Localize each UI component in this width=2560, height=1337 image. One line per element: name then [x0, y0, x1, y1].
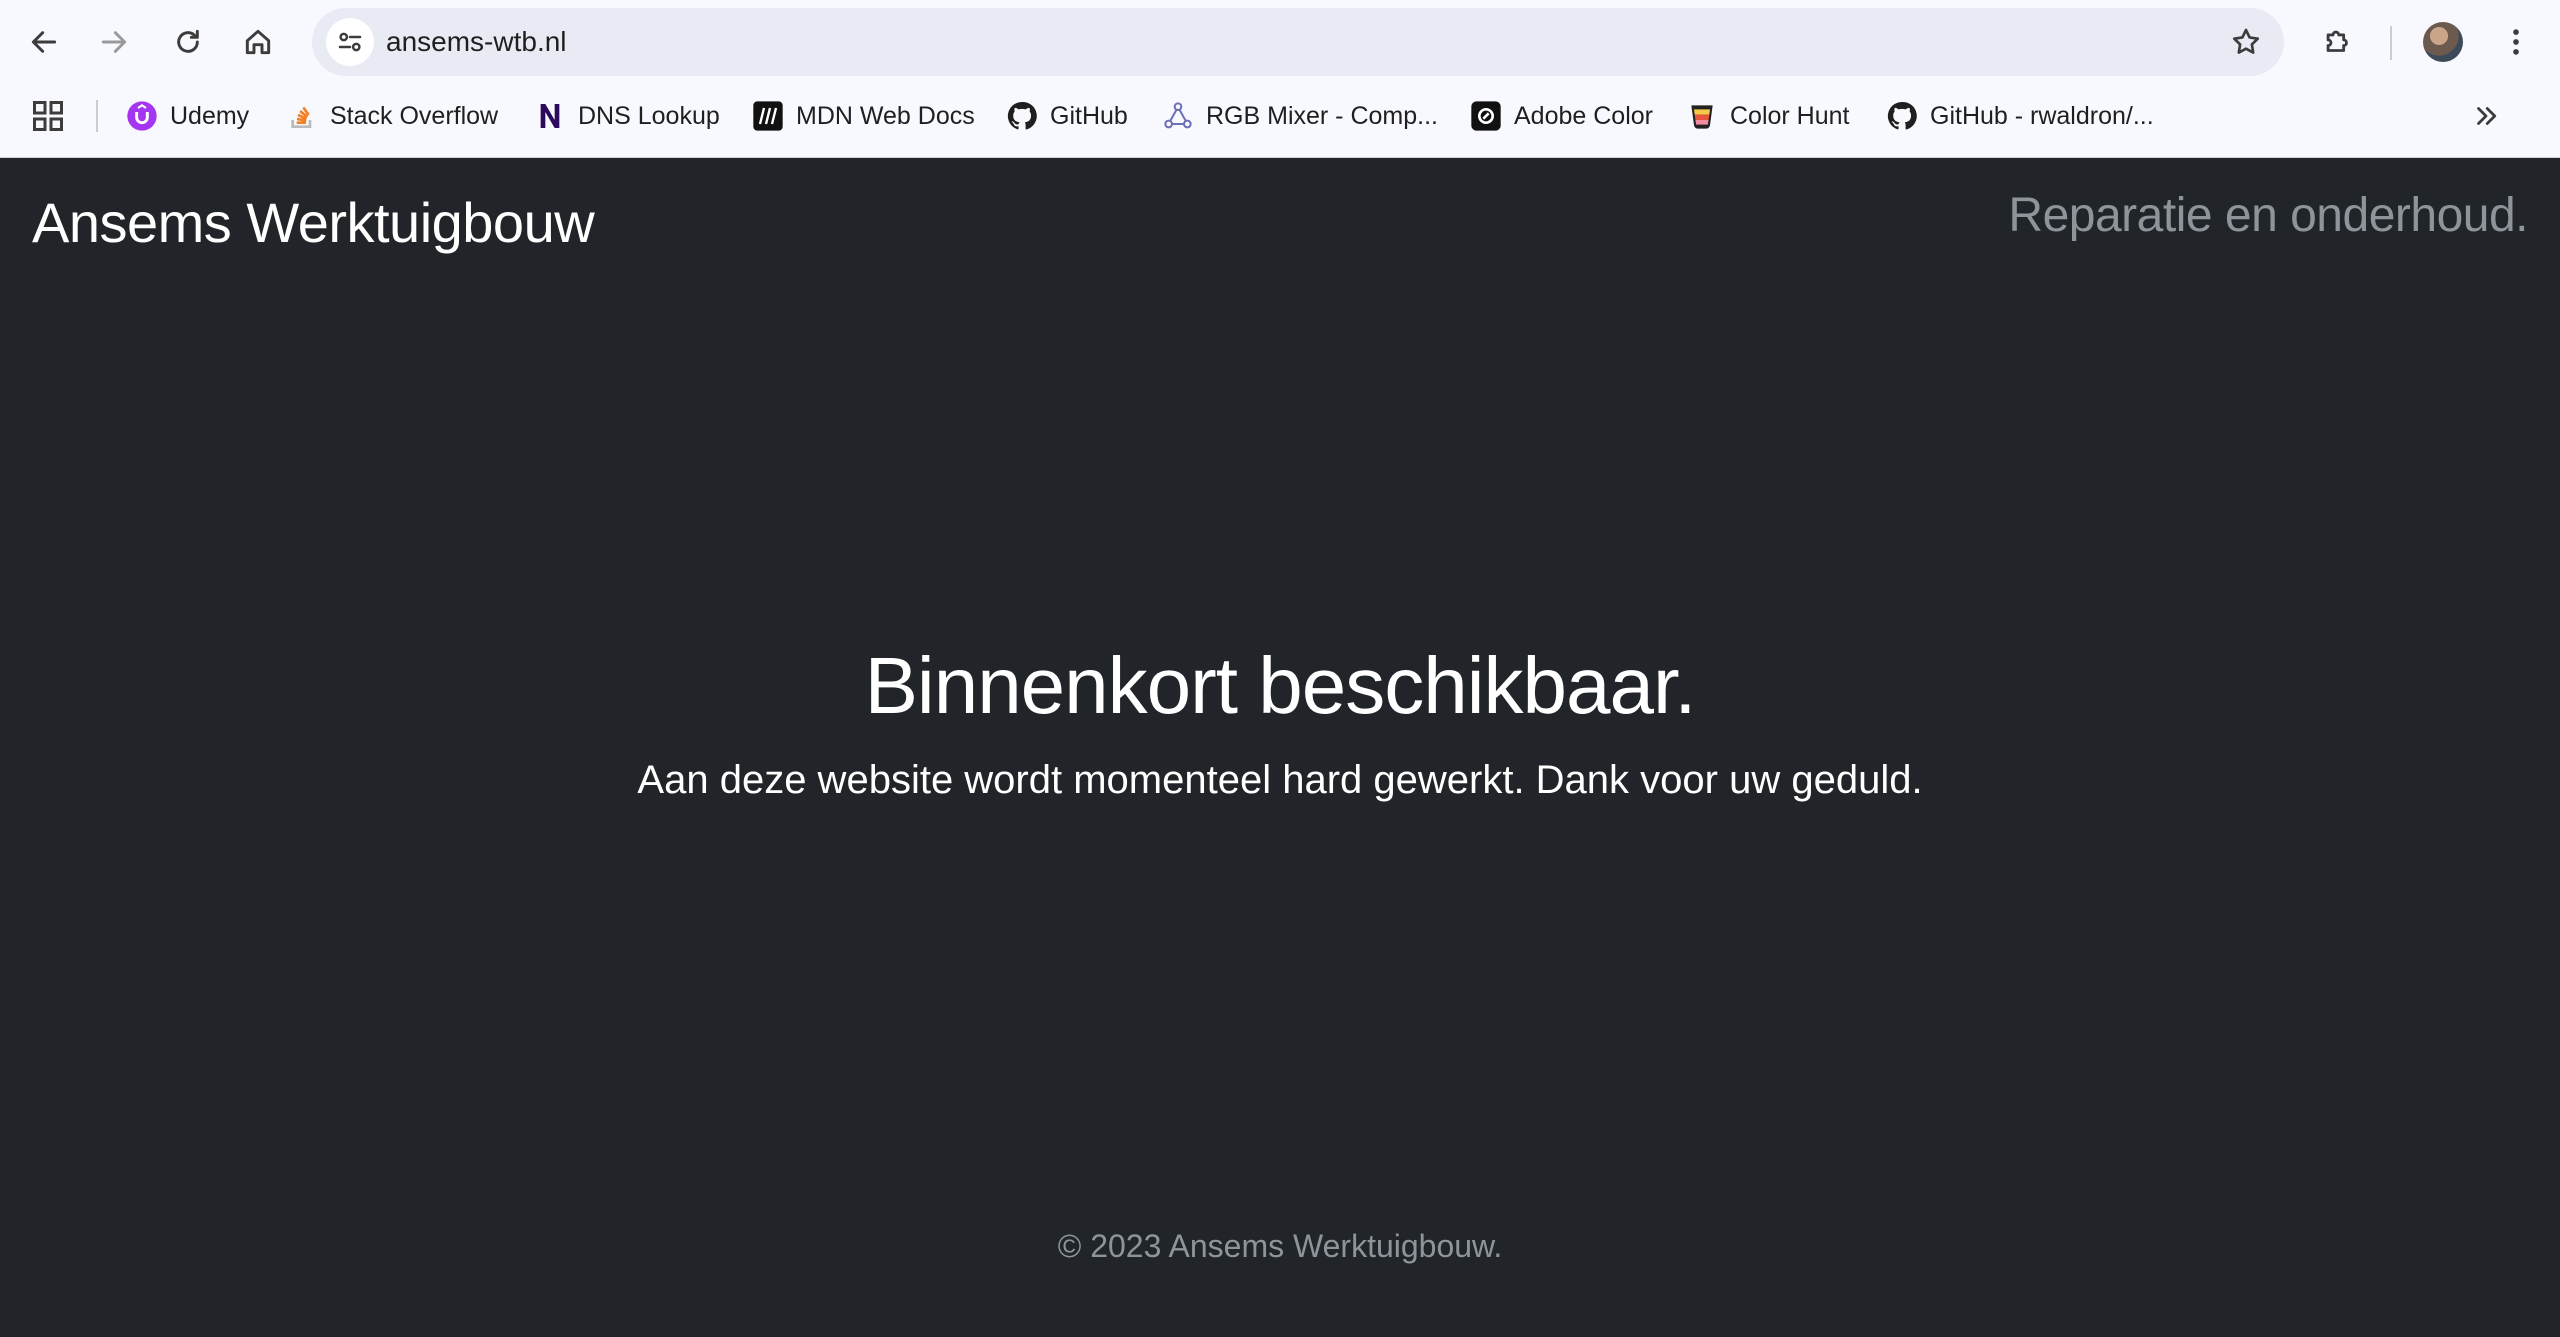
browser-menu-button[interactable] — [2488, 14, 2544, 70]
site-tagline: Reparatie en onderhoud. — [2008, 189, 2528, 242]
site-brand[interactable]: Ansems Werktuigbouw — [32, 190, 595, 255]
arrow-left-icon — [31, 31, 57, 53]
extensions-button[interactable] — [2310, 14, 2366, 70]
bookmark-label: Color Hunt — [1730, 101, 1850, 130]
hero-subtitle: Aan deze website wordt momenteel hard ge… — [637, 758, 1923, 802]
star-icon — [2232, 28, 2260, 54]
tune-icon — [338, 32, 362, 52]
reload-icon — [177, 29, 199, 53]
bookmark-stack-overflow[interactable]: Stack Overflow — [286, 92, 498, 140]
rgb-mixer-icon — [1162, 100, 1194, 132]
home-icon — [245, 29, 271, 55]
back-button[interactable] — [16, 14, 72, 70]
bookmark-label: GitHub — [1050, 101, 1128, 130]
color-hunt-icon — [1686, 100, 1718, 132]
bookmark-github-rwaldron[interactable]: GitHub - rwaldron/... — [1886, 92, 2154, 140]
toolbar-divider — [2390, 26, 2392, 60]
forward-button[interactable] — [86, 14, 142, 70]
footer-copyright: © 2023 Ansems Werktuigbouw. — [1057, 1228, 1503, 1264]
bookmark-star-button[interactable] — [2222, 18, 2270, 66]
bookmark-github[interactable]: GitHub — [1006, 92, 1128, 140]
bookmark-adobe-color[interactable]: Adobe Color — [1470, 92, 1653, 140]
page-content: Ansems Werktuigbouw Reparatie en onderho… — [0, 158, 2560, 1337]
bookmark-label: Stack Overflow — [330, 101, 499, 130]
double-chevron-right-icon — [2477, 107, 2497, 125]
bookmark-label: Udemy — [170, 101, 250, 130]
adobe-color-icon — [1470, 100, 1502, 132]
github-icon — [1886, 100, 1918, 132]
bookmarks-separator — [96, 100, 98, 132]
more-vert-icon — [2513, 29, 2519, 55]
home-button[interactable] — [230, 14, 286, 70]
dns-lookup-icon — [534, 100, 566, 132]
bookmark-label: GitHub - rwaldron/... — [1930, 101, 2154, 130]
more-bookmarks-button[interactable] — [2468, 98, 2504, 134]
arrow-right-icon — [101, 31, 127, 53]
bookmark-dns-lookup[interactable]: DNS Lookup — [534, 92, 720, 140]
url-text[interactable]: ansems-wtb.nl — [386, 8, 567, 76]
bookmark-label: DNS Lookup — [578, 101, 720, 130]
puzzle-icon — [2326, 30, 2348, 52]
mdn-icon — [752, 100, 784, 132]
apps-grid-icon[interactable] — [30, 98, 66, 134]
bookmarks-bar: Udemy Stack Overflow DNS Lookup MDN Web … — [0, 86, 2560, 146]
browser-chrome: ansems-wtb.nl Udemy Stack Overflow DNS L… — [0, 0, 2560, 158]
bookmark-color-hunt[interactable]: Color Hunt — [1686, 92, 1850, 140]
site-info-button[interactable] — [326, 18, 374, 66]
hero-title: Binnenkort beschikbaar. — [864, 641, 1697, 730]
bookmark-mdn-web-docs[interactable]: MDN Web Docs — [752, 92, 975, 140]
profile-avatar[interactable] — [2423, 22, 2463, 62]
reload-button[interactable] — [160, 14, 216, 70]
udemy-icon — [126, 100, 158, 132]
address-bar[interactable]: ansems-wtb.nl — [312, 8, 2284, 76]
stackoverflow-icon — [286, 100, 318, 132]
bookmark-rgb-mixer[interactable]: RGB Mixer - Comp... — [1162, 92, 1438, 140]
bookmark-label: MDN Web Docs — [796, 101, 975, 130]
bookmark-label: RGB Mixer - Comp... — [1206, 101, 1438, 130]
bookmark-label: Adobe Color — [1514, 101, 1653, 130]
browser-toolbar: ansems-wtb.nl — [0, 0, 2560, 84]
bookmark-udemy[interactable]: Udemy — [126, 92, 249, 140]
github-icon — [1006, 100, 1038, 132]
